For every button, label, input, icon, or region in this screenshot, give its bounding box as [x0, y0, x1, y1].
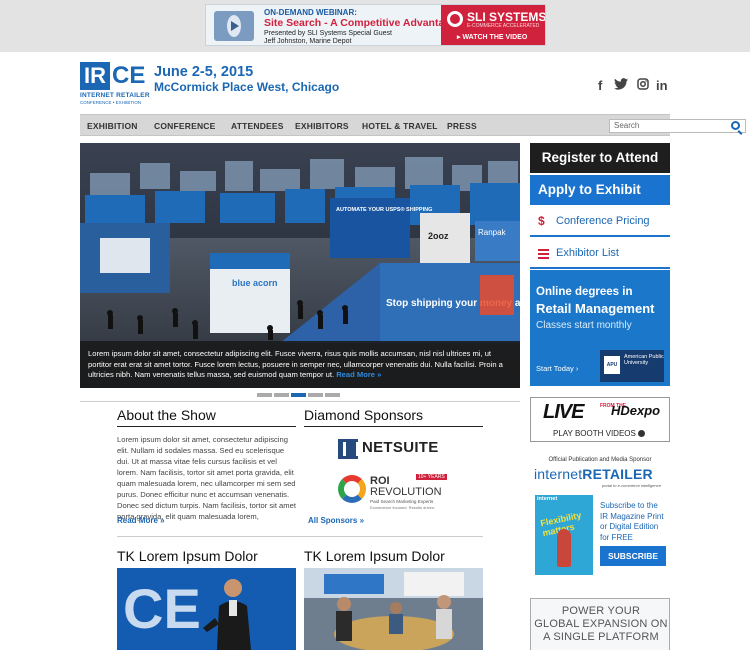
- play-icon: [637, 430, 645, 437]
- apu-mark: APU: [604, 356, 620, 374]
- search-input[interactable]: Search: [609, 119, 746, 133]
- webinar-guest: Jeff Johnston, Marine Depot: [264, 38, 352, 45]
- article-image-2[interactable]: [304, 568, 483, 650]
- sli-tagline: E-COMMERCE ACCELERATED: [467, 23, 540, 29]
- article-title-1[interactable]: TK Lorem Ipsum Dolor: [117, 548, 296, 567]
- sli-brand: SLI SYSTEMS: [467, 10, 546, 24]
- apu-subline: Classes start monthly: [536, 320, 632, 331]
- about-title: About the Show: [117, 407, 296, 427]
- booth-sign-usps: AUTOMATE YOUR USPS® SHIPPING: [336, 206, 432, 213]
- dollar-icon: $: [538, 214, 545, 228]
- article-title-2[interactable]: TK Lorem Ipsum Dolor: [304, 548, 483, 567]
- linkedin-icon[interactable]: in: [656, 78, 668, 93]
- webinar-presenter: Presented by SLI Systems Special Guest: [264, 30, 393, 37]
- roi-ring-icon: [338, 475, 366, 503]
- article-image-1[interactable]: CE: [117, 568, 296, 650]
- all-sponsors-link[interactable]: All Sponsors »: [308, 516, 364, 525]
- slider-dot-4[interactable]: [308, 393, 323, 397]
- apu-headline-1: Online degrees in: [536, 286, 633, 298]
- apu-headline-2: Retail Management: [536, 301, 655, 316]
- nav-exhibition[interactable]: EXHIBITION: [87, 121, 138, 131]
- power-global-ad[interactable]: POWER YOUR GLOBAL EXPANSION ON A SINGLE …: [530, 598, 670, 650]
- official-publication-label: Official Publication and Media Sponsor: [548, 457, 652, 463]
- logo-text: CE: [112, 62, 146, 89]
- netsuite-logo[interactable]: NETSUITE: [338, 437, 448, 463]
- slider-dot-5[interactable]: [325, 393, 340, 397]
- hero-slider[interactable]: AUTOMATE YOUR USPS® SHIPPING 2ooz Ranpak…: [80, 143, 520, 388]
- subscribe-button[interactable]: SUBSCRIBE: [600, 546, 666, 566]
- webinar-title: Site Search - A Competitive Advantage: [264, 17, 457, 29]
- top-ad-band: ON-DEMAND WEBINAR: Site Search - A Compe…: [0, 0, 750, 52]
- apu-ad[interactable]: Online degrees in Retail Management Clas…: [530, 270, 670, 386]
- slider-dot-1[interactable]: [257, 393, 272, 397]
- conference-pricing-label: Conference Pricing: [556, 215, 650, 227]
- hero-caption: Lorem ipsum dolor sit amet, consectetur …: [80, 341, 520, 388]
- search-placeholder: Search: [614, 121, 640, 130]
- facebook-icon[interactable]: f: [598, 78, 602, 93]
- ir-magazine-ad: Official Publication and Media Sponsor i…: [530, 457, 670, 587]
- booth-sign-2ooz: 2ooz: [428, 231, 449, 241]
- list-icon: [538, 249, 549, 259]
- conference-pricing-link[interactable]: $ Conference Pricing: [530, 207, 670, 237]
- nav-attendees[interactable]: ATTENDEES: [231, 121, 284, 131]
- slider-dot-3[interactable]: [291, 393, 306, 397]
- main-nav: EXHIBITION CONFERENCE ATTENDEES EXHIBITO…: [80, 114, 746, 136]
- event-venue: McCormick Place West, Chicago: [154, 80, 340, 94]
- event-dates: June 2-5, 2015: [154, 64, 254, 80]
- logo-line-1: INTERNET RETAILER: [80, 92, 150, 99]
- netsuite-icon: [338, 439, 359, 459]
- hdexpo-text: HDexpo: [611, 403, 661, 418]
- about-body: Lorem ipsum dolor sit amet, consectetur …: [117, 435, 296, 521]
- about-read-more-link[interactable]: Read More »: [117, 516, 165, 525]
- logo-line-2: CONFERENCE • EXHIBITION: [80, 100, 142, 105]
- register-button[interactable]: Register to Attend: [530, 143, 670, 173]
- booth-sign-ranpak: Ranpak: [478, 228, 507, 237]
- watch-video-link[interactable]: ▸ WATCH THE VIDEO: [457, 33, 527, 41]
- ir-tagline: portal to e-commerce intelligence: [602, 483, 661, 488]
- apu-cta[interactable]: Start Today ›: [536, 364, 578, 373]
- subscribe-text: Subscribe to the IR Magazine Print or Di…: [600, 501, 664, 542]
- live-text: LIVE: [543, 401, 584, 423]
- exhibitor-list-link[interactable]: Exhibitor List: [530, 239, 670, 269]
- irce-logo[interactable]: IR CE INTERNET RETAILER CONFERENCE • EXH…: [80, 62, 150, 106]
- nav-hotel-travel[interactable]: HOTEL & TRAVEL: [362, 121, 438, 131]
- twitter-icon[interactable]: [614, 78, 628, 93]
- hero-caption-text: Lorem ipsum dolor sit amet, consectetur …: [88, 349, 503, 379]
- webinar-label: ON-DEMAND WEBINAR:: [264, 8, 357, 17]
- divider: [80, 401, 520, 402]
- nav-exhibitors[interactable]: EXHIBITORS: [295, 121, 349, 131]
- instagram-icon[interactable]: [637, 78, 649, 93]
- apply-exhibit-button[interactable]: Apply to Exhibit: [530, 175, 670, 205]
- magazine-cover[interactable]: internet Flexibility matters: [535, 495, 593, 575]
- apu-seal-text: American Public University: [624, 354, 664, 366]
- slider-dot-2[interactable]: [274, 393, 289, 397]
- sli-brand-panel: SLI SYSTEMS E-COMMERCE ACCELERATED ▸ WAT…: [441, 5, 545, 45]
- sponsors-title: Diamond Sponsors: [304, 407, 483, 427]
- search-icon[interactable]: [731, 121, 740, 130]
- nav-press[interactable]: PRESS: [447, 121, 477, 131]
- webinar-banner-ad[interactable]: ON-DEMAND WEBINAR: Site Search - A Compe…: [205, 4, 546, 46]
- booth-sign-blue-acorn: blue acorn: [232, 278, 278, 288]
- apu-seal: APU American Public University: [600, 350, 664, 382]
- logo-mark: IR: [80, 62, 110, 90]
- nav-conference[interactable]: CONFERENCE: [154, 121, 216, 131]
- sli-logo-icon: [447, 11, 463, 27]
- live-hdexpo-ad[interactable]: LIVE FROM THE HDexpo PLAY BOOTH VIDEOS: [530, 397, 670, 442]
- play-booth-videos-link[interactable]: PLAY BOOTH VIDEOS: [553, 429, 645, 438]
- svg-text:CE: CE: [123, 577, 201, 640]
- exhibitor-list-label: Exhibitor List: [556, 247, 619, 259]
- roi-revolution-logo[interactable]: ROI 10+ YEARS REVOLUTION Paid Search Mar…: [338, 473, 448, 513]
- divider: [117, 536, 483, 537]
- hero-read-more-link[interactable]: Read More »: [336, 370, 381, 379]
- internet-retailer-logo[interactable]: internetRETAILER: [534, 466, 653, 482]
